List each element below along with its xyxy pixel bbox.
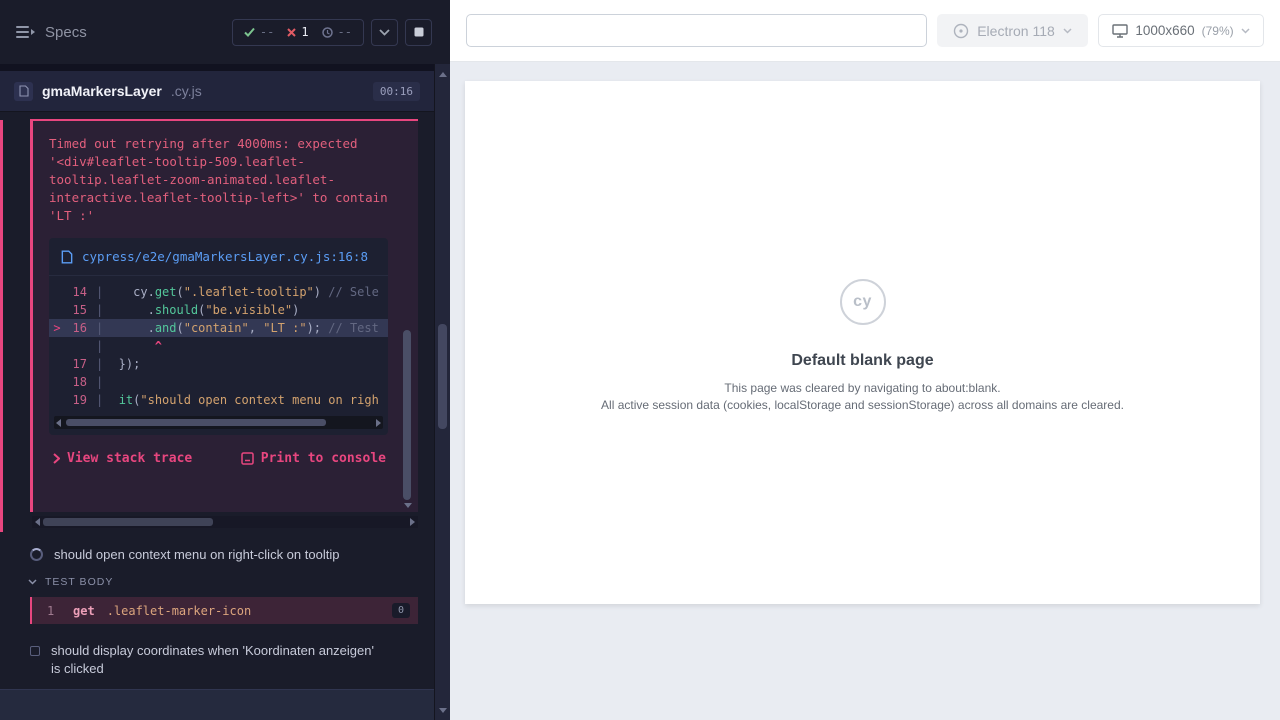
- code-frame-file-link[interactable]: cypress/e2e/gmaMarkersLayer.cy.js:16:8: [49, 238, 388, 276]
- scrollbar-thumb[interactable]: [403, 330, 411, 500]
- failed-test-left-border: [0, 120, 3, 532]
- chevron-right-icon: [53, 453, 60, 464]
- viewport-size: 1000x660: [1135, 23, 1194, 38]
- code-horizontal-scrollbar[interactable]: [54, 416, 383, 429]
- failed-count: 1: [301, 25, 308, 39]
- scroll-down-button[interactable]: [435, 702, 450, 718]
- stat-passed: --: [244, 25, 274, 39]
- code-lines: 14 | cy.get(".leaflet-tooltip") // Sele …: [49, 276, 388, 413]
- code-line: 15 | .should("be.visible"): [49, 301, 388, 319]
- chevron-down-icon: [379, 29, 390, 36]
- blank-page-content: cy Default blank page This page was clea…: [465, 81, 1260, 412]
- code-line-caret: | ^: [49, 337, 388, 355]
- scroll-left-icon[interactable]: [56, 419, 61, 427]
- viewport-scale: (79%): [1202, 24, 1234, 38]
- viewport-info-button[interactable]: 1000x660 (79%): [1098, 14, 1264, 47]
- specs-menu-button[interactable]: Specs: [16, 24, 87, 41]
- run-stats: -- 1 --: [232, 19, 364, 46]
- spec-extension: .cy.js: [171, 83, 202, 99]
- blank-page-title: Default blank page: [791, 352, 933, 370]
- file-icon: [19, 85, 29, 97]
- scroll-down-icon[interactable]: [404, 503, 412, 508]
- cypress-logo-text: cy: [853, 293, 872, 311]
- code-line: 17 | });: [49, 355, 388, 373]
- stop-icon: [414, 27, 424, 37]
- clock-icon: [322, 27, 333, 38]
- aut-stage: cy Default blank page This page was clea…: [450, 62, 1280, 720]
- reporter-topbar: Specs -- 1: [0, 0, 450, 64]
- spec-name: gmaMarkersLayer: [42, 83, 162, 99]
- chevron-down-icon: [28, 579, 37, 585]
- assertion-error-message: Timed out retrying after 4000ms: expecte…: [49, 135, 389, 225]
- error-actions: View stack trace Print to console: [49, 451, 402, 466]
- electron-browser-icon: [953, 23, 969, 39]
- running-spinner-icon: [30, 548, 43, 561]
- reporter-footer: [0, 689, 434, 720]
- pending-count: --: [338, 25, 352, 39]
- scrollbar-thumb[interactable]: [43, 518, 213, 526]
- code-frame: cypress/e2e/gmaMarkersLayer.cy.js:16:8 1…: [49, 238, 388, 435]
- spec-timer: 00:16: [373, 82, 420, 101]
- view-stack-trace-link[interactable]: View stack trace: [53, 451, 192, 466]
- scroll-left-icon[interactable]: [35, 518, 40, 526]
- divider: [0, 64, 434, 71]
- scrollbar-thumb[interactable]: [438, 324, 447, 429]
- attempt-horizontal-scrollbar[interactable]: [32, 516, 418, 528]
- test-list: should open context menu on right-click …: [0, 540, 434, 684]
- stop-button[interactable]: [405, 19, 432, 46]
- scroll-right-icon[interactable]: [376, 419, 381, 427]
- reporter-scrollbar[interactable]: [434, 64, 450, 720]
- test-item-running[interactable]: should open context menu on right-click …: [0, 540, 434, 570]
- error-panel-vertical-scrollbar[interactable]: [403, 130, 412, 508]
- cypress-runner: Specs -- 1: [0, 0, 1280, 720]
- command-number: 1: [47, 604, 73, 618]
- stat-pending: --: [322, 25, 352, 39]
- stat-failed: 1: [287, 25, 308, 39]
- specs-label: Specs: [45, 24, 87, 41]
- check-icon: [244, 27, 255, 37]
- spec-file-badge: [14, 82, 33, 101]
- test-item-pending[interactable]: should display coordinates when 'Koordin…: [0, 636, 434, 684]
- reporter-sidebar: Specs -- 1: [0, 0, 450, 720]
- file-icon: [61, 250, 73, 264]
- browser-name: Electron 118: [977, 23, 1055, 39]
- command-method: get: [73, 604, 95, 618]
- pending-test-icon: [30, 646, 40, 656]
- scroll-up-button[interactable]: [435, 66, 450, 82]
- specs-list-icon: [16, 25, 35, 39]
- print-to-console-link[interactable]: Print to console: [241, 451, 386, 466]
- command-message: .leaflet-marker-icon: [107, 604, 392, 618]
- test-title: should display coordinates when 'Koordin…: [51, 642, 381, 678]
- code-line: 19 | it("should open context menu on rig…: [49, 391, 388, 409]
- passed-count: --: [260, 25, 274, 39]
- aut-header: Electron 118 1000x660 (79%): [450, 0, 1280, 62]
- scroll-right-icon[interactable]: [410, 518, 415, 526]
- monitor-icon: [1112, 24, 1128, 38]
- command-count-badge: 0: [392, 603, 410, 618]
- test-body-label: TEST BODY: [45, 576, 113, 588]
- blank-page-message-1: This page was cleared by navigating to a…: [724, 381, 1000, 395]
- aut-panel: Electron 118 1000x660 (79%): [450, 0, 1280, 720]
- code-line: 18 |: [49, 373, 388, 391]
- x-icon: [287, 28, 296, 37]
- cypress-logo: cy: [840, 279, 886, 325]
- run-controls: -- 1 --: [232, 19, 432, 46]
- code-line-highlighted: > 16 | .and("contain", "LT :"); // Test: [49, 319, 388, 337]
- url-input[interactable]: [466, 14, 927, 47]
- aut-iframe[interactable]: cy Default blank page This page was clea…: [465, 81, 1260, 604]
- chevron-down-icon: [1063, 28, 1072, 34]
- command-log-entry[interactable]: 1 get .leaflet-marker-icon 0: [30, 597, 418, 624]
- blank-page-message-2: All active session data (cookies, localS…: [601, 398, 1124, 412]
- code-frame-path: cypress/e2e/gmaMarkersLayer.cy.js:16:8: [82, 247, 368, 266]
- spec-header: gmaMarkersLayer .cy.js 00:16: [0, 71, 434, 112]
- collapse-button[interactable]: [371, 19, 398, 46]
- scrollbar-thumb[interactable]: [66, 419, 326, 426]
- test-body-header[interactable]: TEST BODY: [0, 570, 434, 594]
- chevron-down-icon: [1241, 28, 1250, 34]
- console-icon: [241, 452, 254, 465]
- browser-selector[interactable]: Electron 118: [937, 14, 1088, 47]
- test-error-panel: Timed out retrying after 4000ms: expecte…: [30, 119, 418, 512]
- code-line: 14 | cy.get(".leaflet-tooltip") // Sele: [49, 283, 388, 301]
- test-title: should open context menu on right-click …: [54, 546, 339, 564]
